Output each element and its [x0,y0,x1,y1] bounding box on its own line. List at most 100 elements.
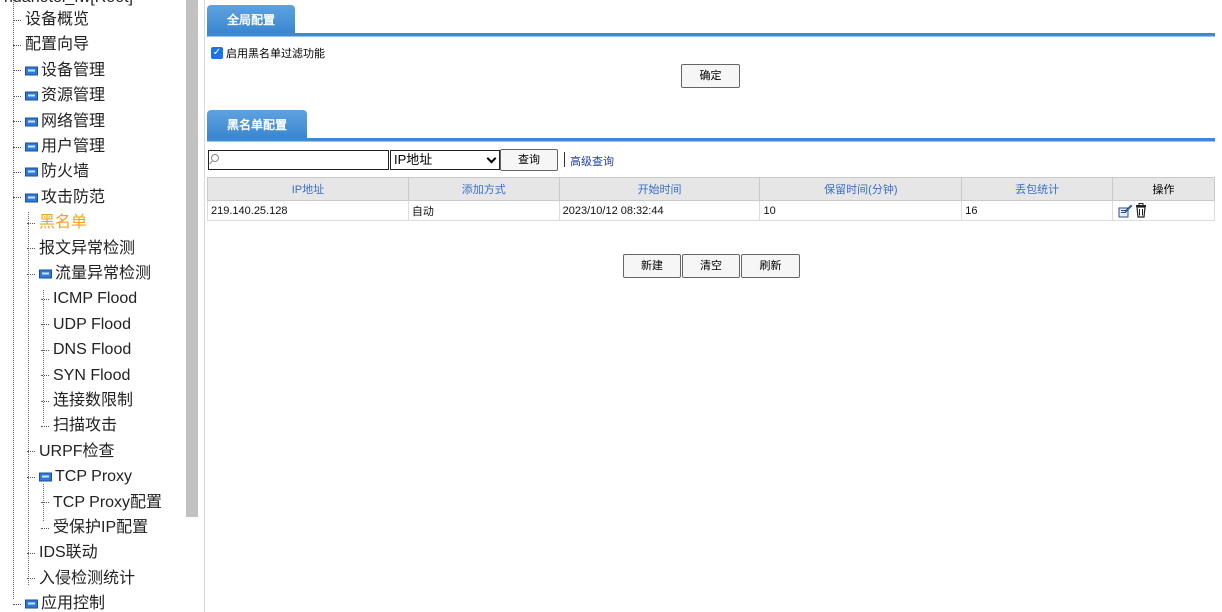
tree-branch [13,44,21,46]
tree-branch [41,298,49,300]
folder-icon[interactable] [25,142,38,152]
blacklist-table: IP地址 添加方式 开始时间 保留时间(分钟) 丢包统计 操作 219.140.… [207,177,1215,221]
ok-button[interactable]: 确定 [681,64,740,88]
column-header-ip[interactable]: IP地址 [207,177,409,201]
sidebar-item-label: ICMP Flood [53,290,138,308]
sidebar-item[interactable]: 扫描攻击 [41,414,117,438]
clear-button[interactable]: 清空 [682,254,740,278]
sidebar-item-label: UDP Flood [53,315,131,333]
delete-icon[interactable] [1135,203,1149,218]
sidebar-item[interactable]: 流量异常检测 [27,262,151,286]
sidebar-item-label: 受保护IP配置 [53,519,149,536]
chevron-down-icon [486,153,497,164]
blacklist-config-header: 黑名单配置 [207,110,1215,142]
refresh-button[interactable]: 刷新 [741,254,800,278]
sidebar-item[interactable]: DNS Flood [41,338,131,362]
sidebar-item[interactable]: 攻击防范 [13,186,105,210]
sidebar-item-label: 配置向导 [25,36,90,54]
sidebar-item[interactable]: 应用控制 [13,592,105,612]
cell-actions [1112,200,1215,221]
sidebar-item[interactable]: 黑名单 [27,211,87,235]
sidebar-item-label: 连接数限制 [53,392,134,409]
tree-branch [41,349,49,351]
sidebar-item-label: 扫描攻击 [53,417,118,435]
folder-icon[interactable] [25,167,38,177]
cell-keep-time: 10 [759,200,963,221]
sidebar-item-label: 用户管理 [41,138,106,155]
sidebar-item-label: TCP Proxy [55,468,133,486]
folder-icon[interactable] [25,91,38,101]
tree-branch [13,121,21,123]
sidebar-item[interactable]: 网络管理 [13,110,105,134]
section-divider [207,138,1215,142]
field-select[interactable]: IP地址 [390,150,500,170]
sidebar-item[interactable]: ICMP Flood [41,287,137,311]
column-header-drop-count[interactable]: 丢包统计 [961,177,1114,201]
sidebar-item[interactable]: 受保护IP配置 [41,516,148,540]
sidebar-item[interactable]: 用户管理 [13,135,105,159]
folder-icon[interactable] [25,117,38,127]
table-row: 219.140.25.128 自动 2023/10/12 08:32:44 10… [207,200,1215,221]
sidebar-item[interactable]: 防火墙 [13,160,89,184]
table-header-row: IP地址 添加方式 开始时间 保留时间(分钟) 丢包统计 操作 [207,177,1215,201]
cell-start-time: 2023/10/12 08:32:44 [558,200,761,221]
sidebar-item-label: 防火墙 [41,163,90,181]
sidebar-item-label: 攻击防范 [41,188,106,206]
field-select-value: IP地址 [394,152,433,167]
new-button[interactable]: 新建 [623,254,681,278]
enable-blacklist-label: 启用黑名单过滤功能 [226,48,325,60]
folder-icon[interactable] [39,269,52,279]
tree-branch [13,95,21,97]
folder-icon[interactable] [25,599,38,609]
section-divider [207,33,1215,37]
tree-branch [41,375,49,377]
cell-method: 自动 [407,200,560,221]
column-header-keep-time[interactable]: 保留时间(分钟) [759,177,963,201]
tree-branch [41,502,49,504]
sidebar-item-label: SYN Flood [53,366,131,384]
sidebar-item[interactable]: 设备管理 [13,59,105,83]
sidebar-scrollbar[interactable] [186,0,198,517]
enable-blacklist-checkbox[interactable]: ✓ [211,47,223,59]
sidebar-item[interactable]: SYN Flood [41,364,130,388]
sidebar-item[interactable]: 连接数限制 [41,389,133,413]
sidebar-item[interactable]: TCP Proxy配置 [41,491,162,515]
tree-branch [13,70,21,72]
tree-branch [41,527,49,529]
sidebar-item-label: 设备概览 [25,11,90,28]
folder-icon[interactable] [39,472,52,482]
folder-icon[interactable] [25,66,38,76]
column-header-method[interactable]: 添加方式 [407,177,560,201]
tree-branch [13,197,21,199]
enable-blacklist-row[interactable]: ✓ 启用黑名单过滤功能 [211,45,325,61]
sidebar-item[interactable]: UDP Flood [41,313,131,337]
tree-branch [13,19,21,21]
sidebar-item-label: 资源管理 [41,87,106,105]
tab-global-config[interactable]: 全局配置 [207,5,295,33]
search-input[interactable] [209,151,388,169]
sidebar-item[interactable]: IDS联动 [27,541,98,565]
tree-branch [27,248,35,250]
search-box[interactable] [208,150,389,170]
sidebar-item[interactable]: 配置向导 [13,33,89,57]
column-header-start-time[interactable]: 开始时间 [558,177,761,201]
sidebar-item[interactable]: 资源管理 [13,84,105,108]
sidebar-item[interactable]: 报文异常检测 [27,237,135,261]
sidebar-item-label: 报文异常检测 [39,239,136,257]
tree-branch [27,578,35,580]
sidebar-item[interactable]: 设备概览 [13,8,89,32]
global-config-header: 全局配置 [207,5,1215,37]
edit-icon[interactable] [1118,203,1133,218]
query-button[interactable]: 查询 [500,149,558,171]
folder-icon[interactable] [25,193,38,203]
sidebar-item-label: 黑名单 [39,214,88,232]
sidebar-item[interactable]: TCP Proxy [27,465,132,489]
main-panel: 全局配置 ✓ 启用黑名单过滤功能 确定 黑名单配置 IP地址 查询 高级查询 I… [207,0,1222,612]
advanced-query-link[interactable]: 高级查询 [570,153,614,169]
sidebar-item[interactable]: 入侵检测统计 [27,567,135,591]
tree-branch [13,171,21,173]
sidebar-item[interactable]: URPF检查 [27,440,115,464]
cell-drop-count: 16 [961,200,1114,221]
tab-blacklist-config[interactable]: 黑名单配置 [207,110,307,138]
cell-ip: 219.140.25.128 [207,200,409,221]
